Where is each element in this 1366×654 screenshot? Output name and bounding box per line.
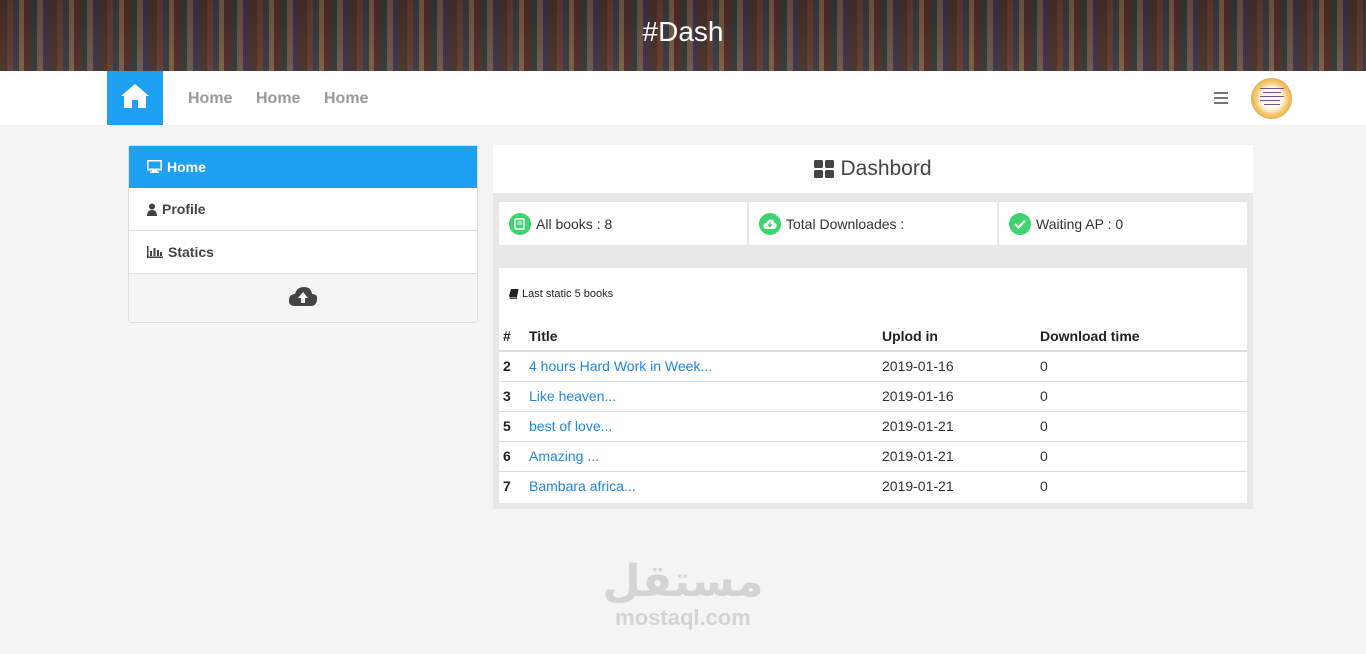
book-title-link[interactable]: Bambara africa... — [529, 478, 636, 494]
user-icon — [147, 203, 157, 216]
monitor-icon — [147, 160, 162, 173]
bar-chart-icon — [147, 246, 163, 258]
row-number: 3 — [499, 381, 529, 412]
header-banner: #Dash — [0, 0, 1366, 71]
watermark-latin: mostaql.com — [615, 605, 751, 630]
table-row: 3 Like heaven... 2019-01-16 0 — [499, 381, 1247, 412]
upload-date: 2019-01-16 — [882, 381, 1040, 412]
page-title: #Dash — [642, 16, 724, 47]
row-number: 2 — [499, 351, 529, 382]
download-count: 0 — [1040, 351, 1247, 382]
sidebar-item-statics[interactable]: Statics — [129, 231, 477, 274]
book-title-link[interactable]: Amazing ... — [529, 448, 599, 464]
nav-link-home-1[interactable]: Home — [188, 90, 232, 108]
stat-label: All books : 8 — [536, 215, 613, 232]
home-button[interactable] — [107, 71, 163, 125]
download-count: 0 — [1040, 478, 1048, 495]
upload-date: 2019-01-21 — [882, 478, 954, 495]
book-title-link[interactable]: Like heaven... — [529, 388, 616, 404]
book-title-link[interactable]: best of love... — [529, 418, 612, 434]
sidebar-item-home[interactable]: Home — [129, 146, 477, 188]
cloud-upload-icon — [288, 285, 318, 312]
top-navbar: Home Home Home — [0, 71, 1366, 125]
stat-label: Waiting AP : 0 — [1036, 215, 1124, 232]
dashboard-header: Dashbord — [493, 145, 1253, 193]
download-count: 0 — [1040, 381, 1247, 412]
stat-waiting-approval: Waiting AP : 0 — [999, 202, 1247, 245]
home-icon — [120, 83, 150, 114]
download-count: 0 — [1040, 441, 1247, 472]
column-header-download-time: Download time — [1040, 321, 1247, 352]
column-header-number: # — [499, 321, 529, 352]
upload-date: 2019-01-21 — [882, 441, 1040, 472]
upload-button[interactable] — [129, 274, 477, 322]
dashboard-panel: Dashbord All books : 8 Total Downloades … — [493, 145, 1253, 509]
dashboard-title: Dashbord — [840, 157, 932, 180]
nav-link-home-3[interactable]: Home — [324, 90, 368, 108]
table-row: 2 4 hours Hard Work in Week... 2019-01-1… — [499, 351, 1247, 382]
watermark-arabic: مستقل — [602, 556, 764, 607]
column-header-title: Title — [529, 321, 882, 352]
sidebar-item-label: Home — [167, 158, 206, 175]
check-icon — [1009, 212, 1031, 235]
avatar[interactable] — [1251, 78, 1292, 119]
stat-label: Total Downloades : — [786, 215, 905, 232]
row-number: 6 — [499, 441, 529, 472]
stat-all-books: All books : 8 — [499, 202, 747, 245]
book-icon — [509, 212, 531, 235]
sidebar: Home Profile Statics — [128, 145, 478, 323]
table-caption-label: Last static 5 books — [522, 288, 614, 300]
books-table-card: Last static 5 books # Title Uplod in Dow… — [499, 268, 1247, 503]
column-header-upload-date: Uplod in — [882, 321, 1040, 352]
books-table: # Title Uplod in Download time 2 4 hours… — [499, 321, 1247, 501]
stat-total-downloads: Total Downloades : — [749, 202, 997, 245]
download-count: 0 — [1040, 411, 1247, 442]
upload-date: 2019-01-21 — [882, 411, 1040, 442]
table-caption: Last static 5 books — [509, 288, 613, 300]
sidebar-item-profile[interactable]: Profile — [129, 188, 477, 231]
upload-date: 2019-01-16 — [882, 351, 1040, 382]
table-header-row: # Title Uplod in Download time — [499, 321, 1247, 352]
sidebar-item-label: Statics — [168, 244, 214, 260]
dashboard-grid-icon — [814, 160, 835, 178]
cloud-download-icon — [759, 212, 781, 235]
nav-link-home-2[interactable]: Home — [256, 90, 300, 108]
table-row: 7 Bambara africa... 2019-01-21 0 — [499, 471, 1247, 501]
table-row: 6 Amazing ... 2019-01-21 0 — [499, 441, 1247, 472]
watermark: مستقل mostaql.com — [600, 560, 766, 632]
row-number: 5 — [499, 411, 529, 442]
hamburger-menu-icon[interactable] — [1214, 92, 1228, 104]
row-number: 7 — [503, 478, 511, 495]
book-icon — [509, 289, 519, 299]
sidebar-item-label: Profile — [162, 201, 206, 217]
book-title-link[interactable]: 4 hours Hard Work in Week... — [529, 358, 712, 374]
table-row: 5 best of love... 2019-01-21 0 — [499, 411, 1247, 442]
